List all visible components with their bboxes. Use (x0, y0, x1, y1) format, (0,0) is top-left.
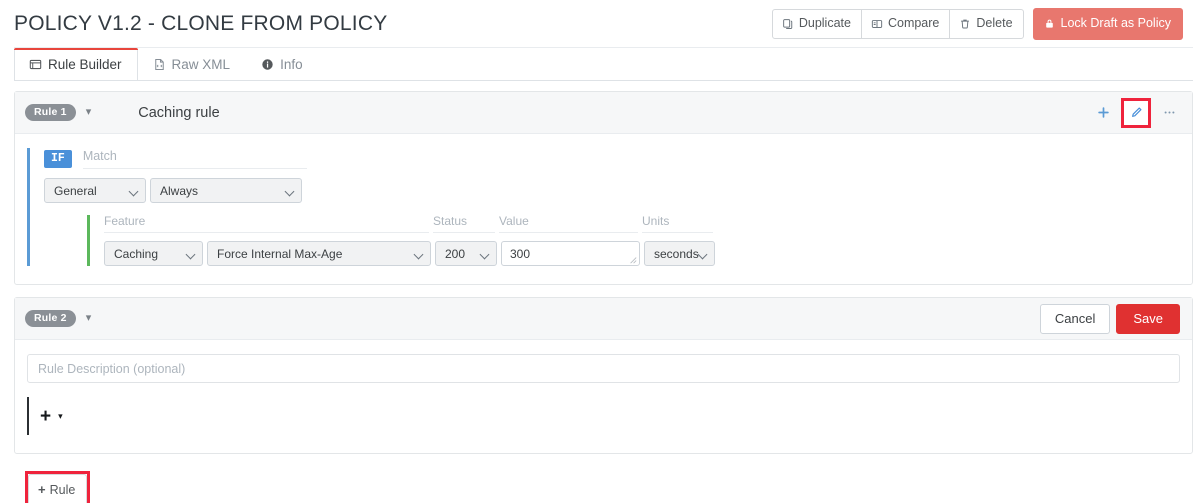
save-button[interactable]: Save (1116, 303, 1180, 334)
rule-1-collapse-toggle[interactable]: ▾ (86, 107, 92, 118)
units-select[interactable]: seconds (644, 241, 715, 266)
duplicate-button[interactable]: Duplicate (771, 9, 862, 39)
tab-info-label: Info (280, 56, 303, 72)
rule-1-header: Rule 1 ▾ Caching rule (15, 92, 1192, 134)
xml-file-icon (153, 58, 166, 71)
duplicate-icon (782, 18, 794, 30)
rule-1-name: Caching rule (138, 104, 220, 121)
add-rule-button-label: Rule (49, 482, 76, 497)
compare-button[interactable]: Compare (860, 9, 951, 39)
delete-button-label: Delete (976, 16, 1013, 31)
add-plus-icon[interactable]: + (40, 407, 51, 426)
footer-bar: + Rule (14, 466, 1193, 503)
lock-draft-button-label: Lock Draft as Policy (1060, 16, 1171, 31)
tab-raw-xml-label: Raw XML (171, 56, 231, 72)
rule-card-2: Rule 2 ▾ Cancel Save + ▾ (14, 297, 1193, 454)
add-rule-highlight: + Rule (24, 471, 91, 503)
compare-button-label: Compare (887, 16, 940, 31)
rule-1-badge: Rule 1 (25, 103, 76, 122)
rule-2-header-buttons: Cancel Save (1039, 303, 1180, 334)
if-tag: IF (44, 149, 72, 169)
lock-draft-as-policy-button[interactable]: Lock Draft as Policy (1032, 8, 1183, 40)
tab-bar: Rule Builder Raw XML Info (0, 48, 1199, 82)
window-icon (29, 58, 42, 71)
tab-rule-builder[interactable]: Rule Builder (14, 48, 138, 82)
trash-icon (959, 18, 971, 30)
add-condition-block: + ▾ (27, 397, 1180, 435)
rule-2-header: Rule 2 ▾ Cancel Save (15, 298, 1192, 340)
lock-icon (1044, 18, 1056, 30)
add-dropdown-caret-icon[interactable]: ▾ (58, 411, 63, 421)
more-options-icon[interactable] (1158, 102, 1180, 124)
rule-builder-content: Rule 1 ▾ Caching rule IF Match General A… (0, 81, 1199, 503)
page-header: POLICY V1.2 - CLONE FROM POLICY Duplicat… (0, 0, 1199, 48)
delete-button[interactable]: Delete (949, 9, 1024, 39)
rule-1-header-icons (1092, 97, 1180, 128)
compare-icon (871, 18, 883, 30)
page-title: POLICY V1.2 - CLONE FROM POLICY (14, 12, 388, 35)
match-label: Match (82, 149, 307, 169)
condition-selects-row: General Always (44, 178, 1180, 203)
add-rule-button[interactable]: + Rule (28, 474, 88, 503)
value-label: Value (499, 215, 638, 233)
rule-description-input[interactable] (27, 354, 1180, 383)
add-icon[interactable] (1092, 102, 1114, 124)
feature-label: Feature (104, 215, 429, 233)
condition-operator-select[interactable]: Always (150, 178, 302, 203)
tab-raw-xml[interactable]: Raw XML (138, 48, 247, 81)
rule-2-body: + ▾ (15, 340, 1192, 453)
rule-2-collapse-toggle[interactable]: ▾ (86, 313, 92, 324)
action-block: Feature Status Value Units Caching Force… (87, 215, 1180, 266)
feature-select[interactable]: Caching (104, 241, 203, 266)
value-input[interactable]: 300 (501, 241, 640, 266)
condition-block: IF Match General Always Feature Status V… (27, 148, 1180, 266)
plus-icon: + (38, 482, 46, 497)
status-label: Status (433, 215, 495, 233)
tab-bar-divider (14, 80, 1193, 81)
rule-card-1: Rule 1 ▾ Caching rule IF Match General A… (14, 91, 1193, 285)
condition-header-line: IF Match (44, 148, 1180, 170)
edit-pencil-icon[interactable] (1121, 97, 1151, 128)
rule-1-body: IF Match General Always Feature Status V… (15, 134, 1192, 284)
condition-category-select[interactable]: General (44, 178, 146, 203)
info-circle-icon (261, 58, 274, 71)
action-select[interactable]: Force Internal Max-Age (207, 241, 431, 266)
duplicate-button-label: Duplicate (798, 16, 851, 31)
units-label: Units (642, 215, 713, 233)
tab-info[interactable]: Info (246, 48, 319, 81)
action-labels-row: Feature Status Value Units (104, 215, 1180, 233)
value-input-text: 300 (510, 246, 531, 261)
action-inputs-row: Caching Force Internal Max-Age 200 300 s… (104, 241, 1180, 266)
resize-handle-icon[interactable] (629, 256, 637, 264)
status-select[interactable]: 200 (435, 241, 497, 266)
cancel-button[interactable]: Cancel (1039, 303, 1111, 334)
rule-2-badge: Rule 2 (25, 309, 76, 328)
header-actions: Duplicate Compare Delete Lock Draft as P… (771, 8, 1183, 40)
header-button-group: Duplicate Compare Delete (771, 9, 1024, 39)
tab-rule-builder-label: Rule Builder (48, 56, 122, 72)
